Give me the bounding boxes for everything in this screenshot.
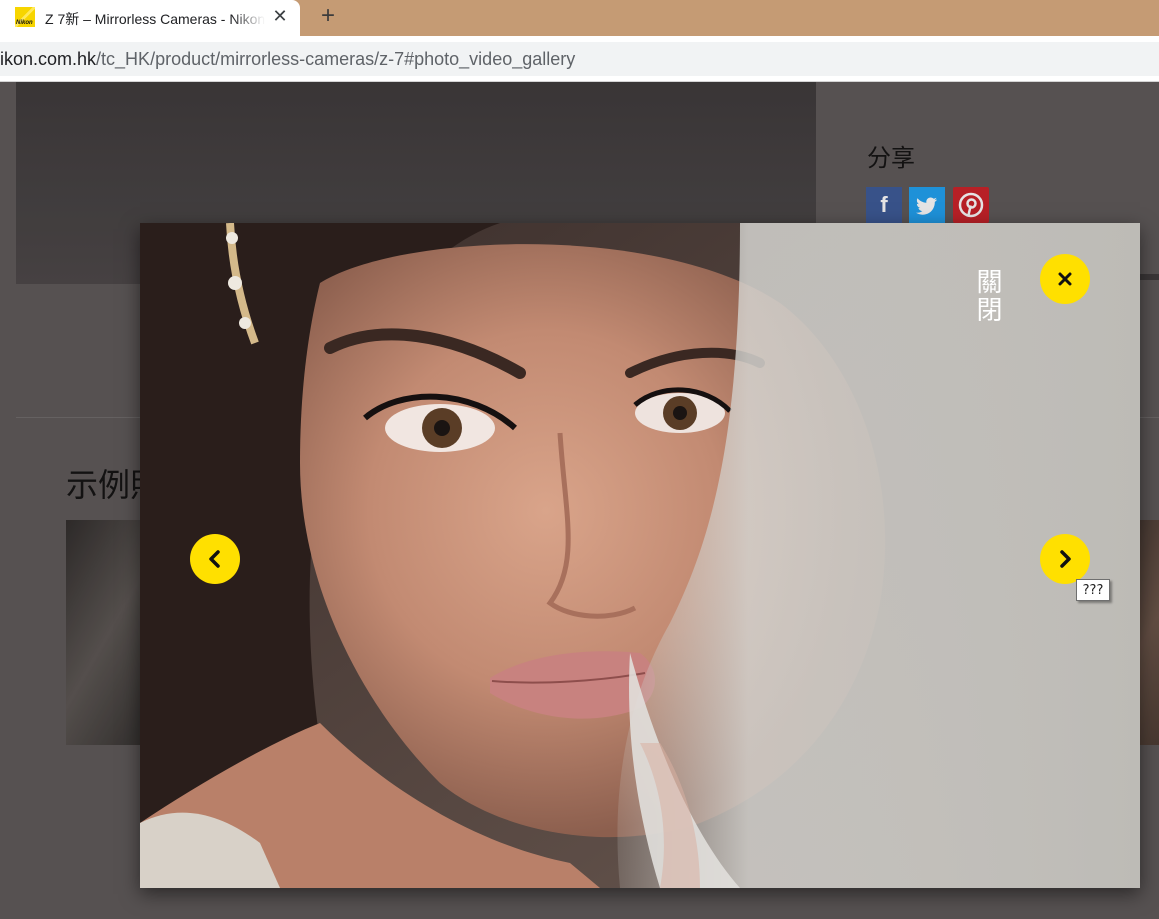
tab-strip: Nikon Z 7新 – Mirrorless Cameras - Nikon … xyxy=(0,0,1159,36)
close-icon xyxy=(1058,272,1072,286)
url-field[interactable]: ikon.com.hk/tc_HK/product/mirrorless-cam… xyxy=(0,42,1159,76)
nikon-favicon-icon: Nikon xyxy=(15,7,35,27)
tab-title: Z 7新 – Mirrorless Cameras - Nikon xyxy=(45,11,265,27)
chevron-right-icon xyxy=(1060,550,1071,568)
close-lightbox-button[interactable] xyxy=(1040,254,1090,304)
next-button-tooltip: ??? xyxy=(1076,579,1110,601)
address-bar: ikon.com.hk/tc_HK/product/mirrorless-cam… xyxy=(0,36,1159,82)
new-tab-button[interactable]: + xyxy=(316,4,340,28)
url-text: ikon.com.hk/tc_HK/product/mirrorless-cam… xyxy=(0,49,576,69)
previous-photo-button[interactable] xyxy=(190,534,240,584)
tab-close-icon[interactable]: ✕ xyxy=(270,6,290,26)
browser-tab[interactable]: Nikon Z 7新 – Mirrorless Cameras - Nikon … xyxy=(0,0,300,36)
chevron-left-icon xyxy=(209,550,220,568)
next-photo-button[interactable] xyxy=(1040,534,1090,584)
close-label[interactable]: 關閉 xyxy=(965,268,1009,324)
